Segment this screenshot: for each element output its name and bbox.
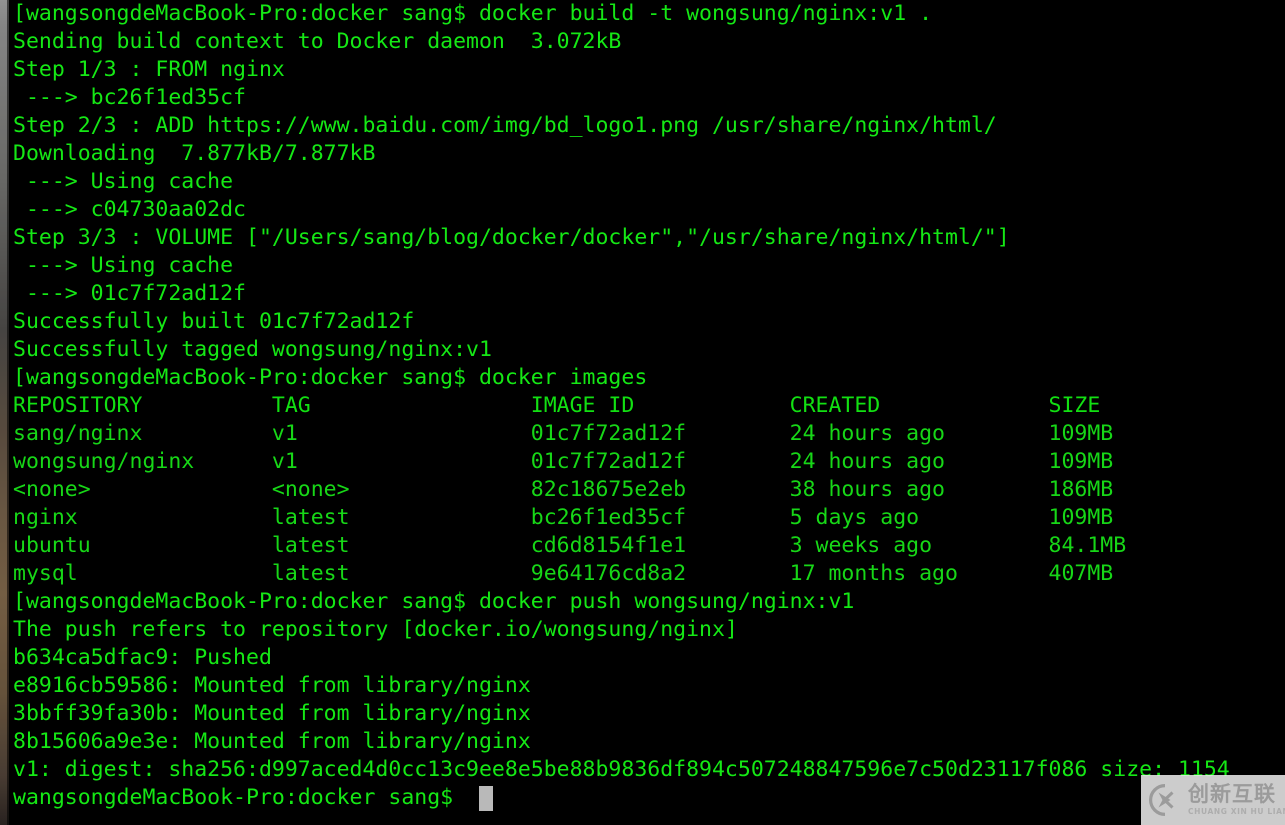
terminal-line-prompt: [wangsongdeMacBook-Pro:docker sang$ dock… xyxy=(13,589,855,614)
window-left-edge-artifact xyxy=(0,0,9,825)
terminal-line-table-row: sang/nginx v1 01c7f72ad12f 24 hours ago … xyxy=(13,421,1114,446)
terminal-window[interactable]: [wangsongdeMacBook-Pro:docker sang$ dock… xyxy=(0,0,1285,825)
terminal-line-output: ---> Using cache xyxy=(13,169,234,194)
watermark-overlay: 创新互联 CHUANG XIN HU LIAN xyxy=(1141,775,1285,825)
terminal-line-prompt: [wangsongdeMacBook-Pro:docker sang$ dock… xyxy=(13,365,648,390)
watermark-text: 创新互联 CHUANG XIN HU LIAN xyxy=(1188,784,1285,816)
terminal-line-output: ---> bc26f1ed35cf xyxy=(13,85,246,110)
terminal-line-output: Sending build context to Docker daemon 3… xyxy=(13,29,622,54)
terminal-line-output: v1: digest: sha256:d997aced4d0cc13c9ee8e… xyxy=(13,757,1230,782)
terminal-line-output: e8916cb59586: Mounted from library/nginx xyxy=(13,673,531,698)
terminal-line-table-row: mysql latest 9e64176cd8a2 17 months ago … xyxy=(13,561,1114,586)
terminal-line-output: Successfully tagged wongsung/nginx:v1 xyxy=(13,337,492,362)
terminal-cursor xyxy=(479,786,494,811)
terminal-line-table-row: ubuntu latest cd6d8154f1e1 3 weeks ago 8… xyxy=(13,533,1127,558)
watermark-brand-cn: 创新互联 xyxy=(1188,782,1276,807)
terminal-line-output: Downloading 7.877kB/7.877kB xyxy=(13,141,376,166)
terminal-line-output: Step 3/3 : VOLUME ["/Users/sang/blog/doc… xyxy=(13,225,1010,250)
terminal-line-output: ---> c04730aa02dc xyxy=(13,197,246,222)
terminal-line-output: 3bbff39fa30b: Mounted from library/nginx xyxy=(13,701,531,726)
terminal-line-output: b634ca5dfac9: Pushed xyxy=(13,645,272,670)
terminal-output-area[interactable]: [wangsongdeMacBook-Pro:docker sang$ dock… xyxy=(0,0,1285,825)
terminal-line-prompt: wangsongdeMacBook-Pro:docker sang$ xyxy=(13,785,467,810)
terminal-line-table-header: REPOSITORY TAG IMAGE ID CREATED SIZE xyxy=(13,393,1101,418)
terminal-line-prompt: [wangsongdeMacBook-Pro:docker sang$ dock… xyxy=(13,1,933,26)
terminal-line-output: The push refers to repository [docker.io… xyxy=(13,617,738,642)
terminal-line-table-row: <none> <none> 82c18675e2eb 38 hours ago … xyxy=(13,477,1114,502)
terminal-line-output: ---> Using cache xyxy=(13,253,234,278)
terminal-line-output: 8b15606a9e3e: Mounted from library/nginx xyxy=(13,729,531,754)
terminal-line-table-row: nginx latest bc26f1ed35cf 5 days ago 109… xyxy=(13,505,1114,530)
watermark-brand-pinyin: CHUANG XIN HU LIAN xyxy=(1188,807,1285,817)
terminal-line-output: ---> 01c7f72ad12f xyxy=(13,281,246,306)
terminal-line-output: Successfully built 01c7f72ad12f xyxy=(13,309,415,334)
terminal-line-table-row: wongsung/nginx v1 01c7f72ad12f 24 hours … xyxy=(13,449,1114,474)
terminal-line-output: Step 1/3 : FROM nginx xyxy=(13,57,285,82)
terminal-line-output: Step 2/3 : ADD https://www.baidu.com/img… xyxy=(13,113,997,138)
circle-x-logo-icon xyxy=(1148,783,1182,817)
